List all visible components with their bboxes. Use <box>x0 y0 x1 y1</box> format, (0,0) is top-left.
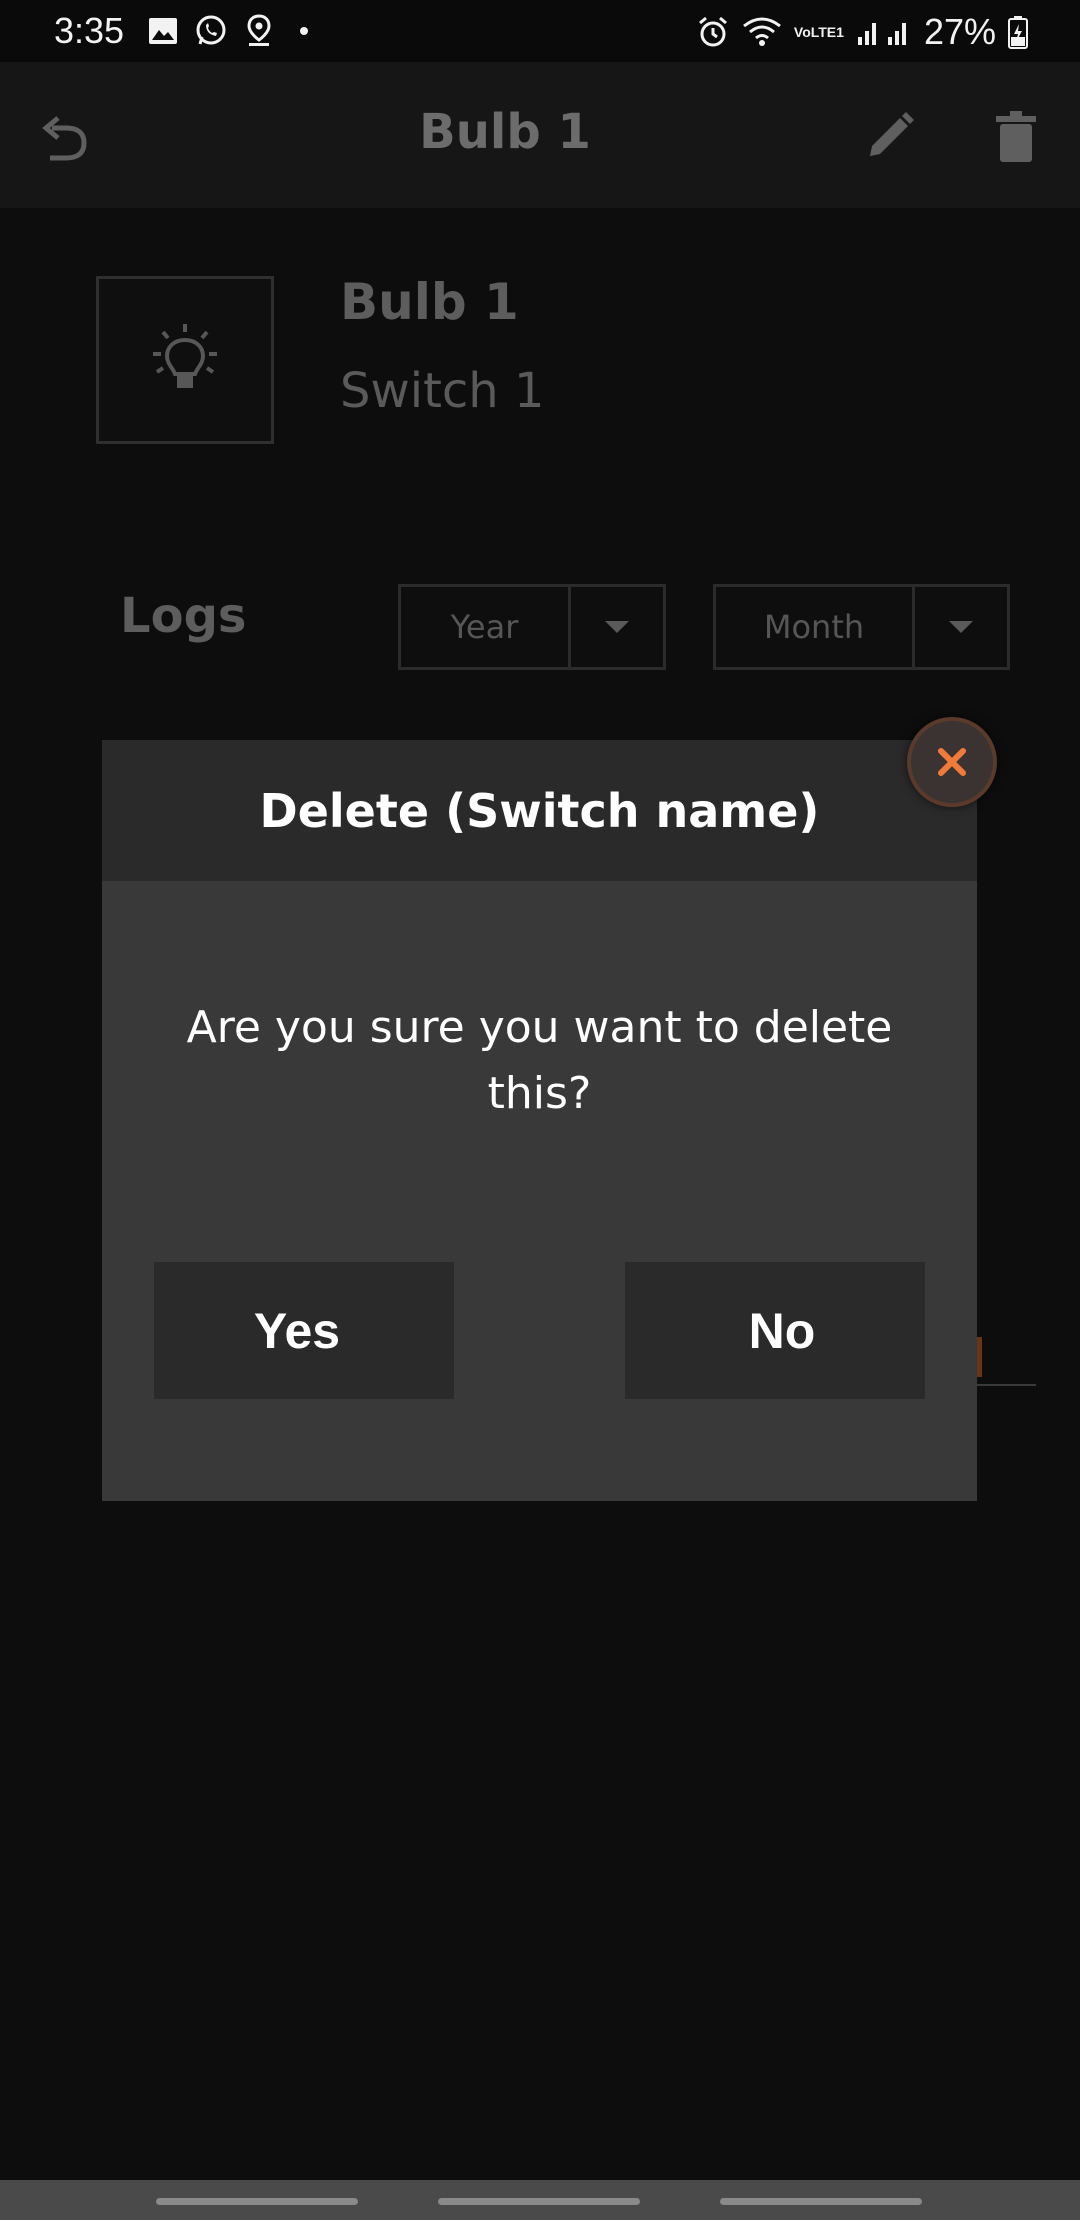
delete-dialog: Delete (Switch name) Are you sure you wa… <box>102 740 977 1501</box>
year-select[interactable]: Year <box>398 584 666 670</box>
status-bar: 3:35 VoLTE1 27% <box>0 0 1080 62</box>
back-nav-button[interactable] <box>720 2198 922 2205</box>
dialog-header: Delete (Switch name) <box>102 740 977 881</box>
battery-percent: 27% <box>923 11 996 52</box>
notification-icons <box>146 14 308 48</box>
home-button[interactable] <box>438 2198 640 2205</box>
status-time: 3:35 <box>54 10 125 51</box>
month-select-value: Month <box>763 608 865 646</box>
close-x-icon <box>938 748 966 776</box>
no-button-label: No <box>748 1302 816 1359</box>
system-navigation-bar <box>0 2180 1080 2220</box>
gallery-icon <box>146 14 180 48</box>
dialog-title: Delete (Switch name) <box>259 783 820 838</box>
system-status-icons: VoLTE1 27% <box>696 12 1028 52</box>
device-icon-card <box>96 276 274 444</box>
trash-icon <box>996 111 1036 162</box>
chart-peek-line <box>976 1384 1036 1386</box>
yes-button-label: Yes <box>253 1302 341 1359</box>
whatsapp-icon <box>194 14 228 48</box>
location-icon <box>242 14 276 48</box>
wifi-icon <box>742 14 782 50</box>
edit-button[interactable] <box>860 106 920 166</box>
lightbulb-icon <box>153 324 217 388</box>
lte-indicator: VoLTE1 <box>793 24 844 40</box>
dialog-message: Are you sure you want to delete this? <box>186 1002 893 1119</box>
app-toolbar: Bulb 1 <box>0 62 1080 208</box>
device-name: Bulb 1 <box>340 273 519 331</box>
month-dropdown-button[interactable] <box>912 587 1007 667</box>
month-select[interactable]: Month <box>713 584 1010 670</box>
year-select-value: Year <box>450 608 519 646</box>
more-notifications-dot <box>300 27 308 35</box>
chevron-down-icon <box>605 621 629 633</box>
yes-button[interactable]: Yes <box>154 1262 454 1399</box>
chevron-down-icon <box>949 621 973 633</box>
close-dialog-button[interactable] <box>907 717 997 807</box>
year-dropdown-button[interactable] <box>568 587 663 667</box>
page-title: Bulb 1 <box>419 104 591 160</box>
app-root: 3:35 VoLTE1 27% Bulb 1 Bulb 1 Switch 1 L… <box>0 0 1080 2220</box>
logs-label: Logs <box>120 588 247 644</box>
signal-icon <box>856 14 912 50</box>
device-switch-name: Switch 1 <box>340 363 545 419</box>
recent-apps-button[interactable] <box>156 2198 358 2205</box>
battery-icon <box>1008 14 1028 50</box>
alarm-icon <box>696 14 730 50</box>
pencil-icon <box>870 112 914 156</box>
delete-button[interactable] <box>986 106 1046 166</box>
no-button[interactable]: No <box>625 1262 925 1399</box>
